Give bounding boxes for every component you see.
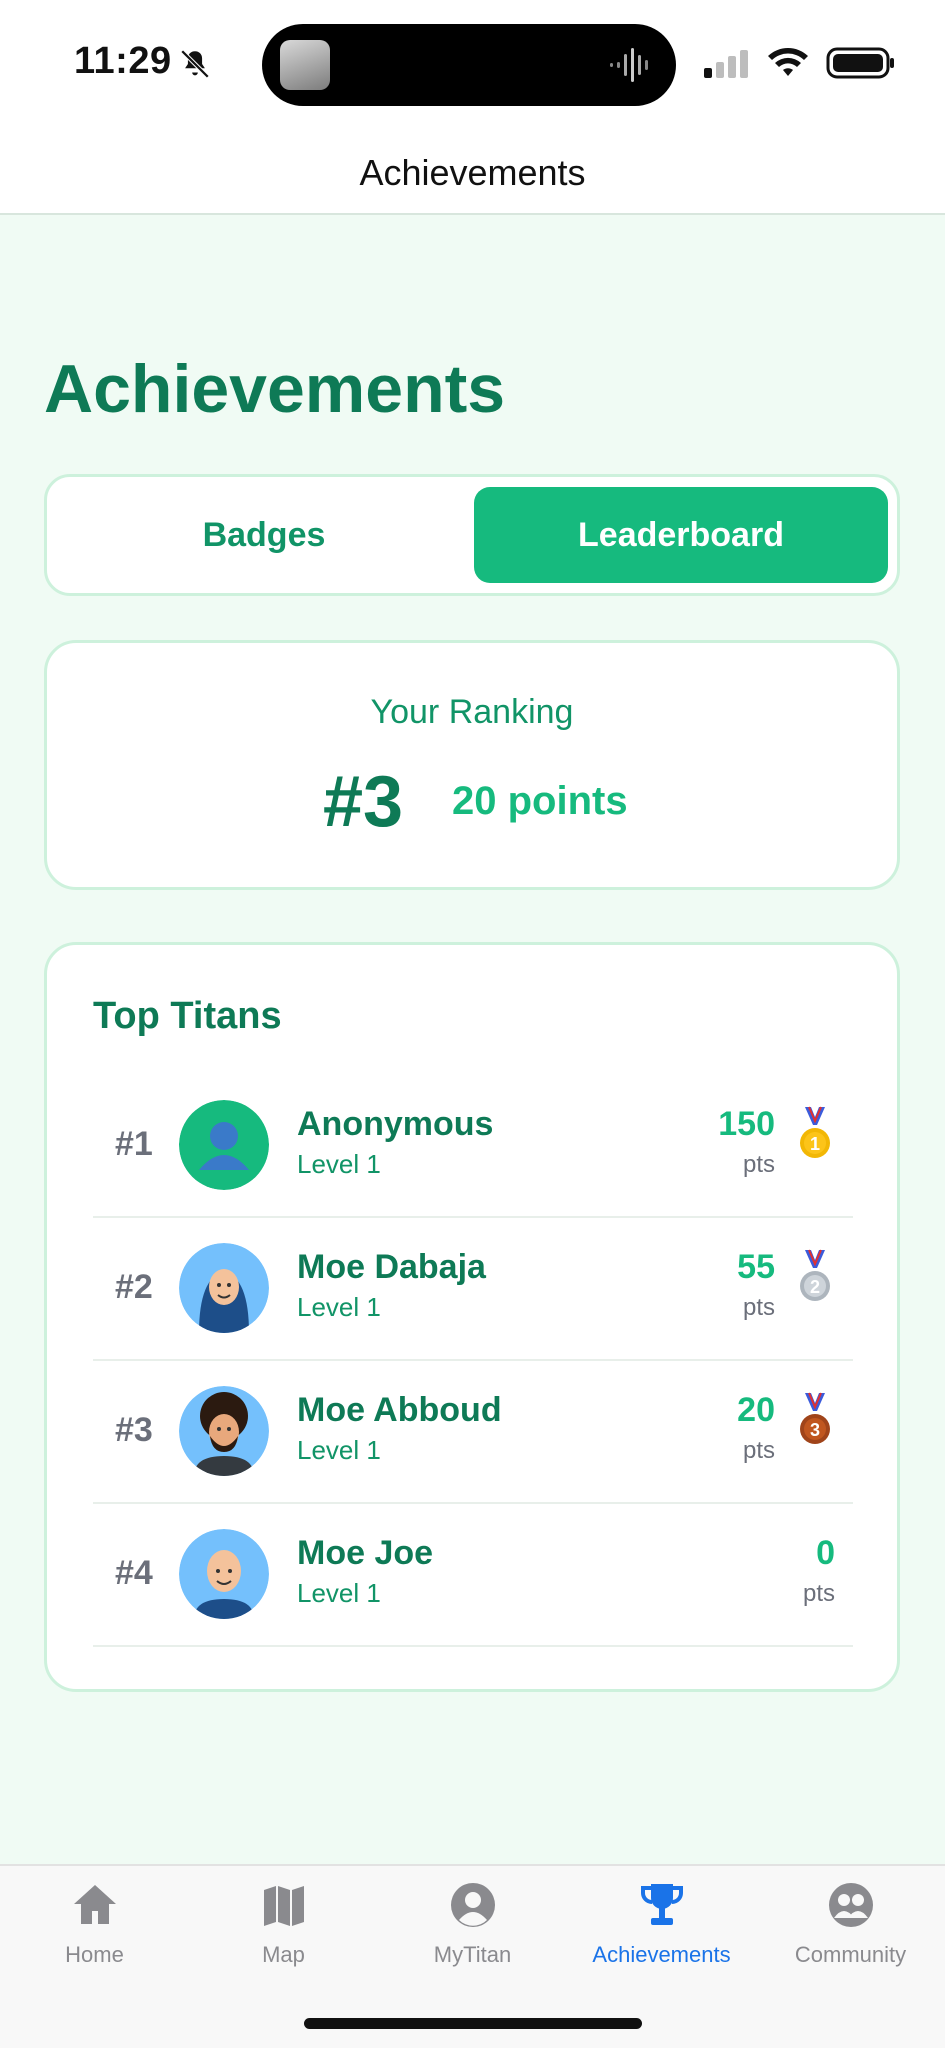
ranking-points: 20 points <box>452 779 628 823</box>
row-name: Moe Joe <box>297 1534 434 1572</box>
row-level: Level 1 <box>297 1435 381 1465</box>
tab-label: Home <box>65 1942 124 1967</box>
row-name: Moe Abboud <box>297 1391 502 1429</box>
trophy-icon <box>640 1884 683 1925</box>
row-level: Level 1 <box>297 1292 381 1322</box>
row-points: 55 <box>737 1248 775 1286</box>
top-titans-card: Top Titans #1 Anonymous Level 1 150 pts … <box>44 942 900 1692</box>
status-time: 11:29 <box>74 40 172 82</box>
row-level: Level 1 <box>297 1578 381 1608</box>
gold-medal-icon: 1 <box>800 1106 830 1158</box>
community-icon <box>828 1883 873 1927</box>
leaderboard-row[interactable]: #4 Moe Joe Level 1 0 pts <box>93 1504 853 1647</box>
leaderboard-row[interactable]: #3 Moe Abboud Level 1 20 pts 3 <box>93 1361 853 1504</box>
achievements-segmented-control: Badges Leaderboard <box>44 474 900 596</box>
home-icon <box>73 1885 116 1924</box>
avatar-default-person <box>179 1100 269 1190</box>
tab-map[interactable]: Map <box>189 1880 378 1990</box>
row-points-label: pts <box>742 1151 775 1178</box>
row-points: 0 <box>816 1534 835 1572</box>
audio-waveform-icon <box>610 48 648 82</box>
row-rank: #1 <box>115 1125 153 1163</box>
row-points: 20 <box>737 1391 775 1429</box>
top-titans-title: Top Titans <box>93 995 282 1037</box>
row-name: Moe Dabaja <box>297 1248 486 1286</box>
ranking-position: #3 <box>323 762 404 842</box>
battery-icon <box>826 47 894 79</box>
status-bar: 11:29 <box>0 0 945 130</box>
cellular-signal-icon <box>704 50 748 78</box>
tab-achievements[interactable]: Achievements <box>567 1880 756 1990</box>
row-points: 150 <box>718 1105 775 1143</box>
tab-label: Community <box>794 1942 907 1967</box>
tab-label: Map <box>262 1942 305 1967</box>
tab-label: MyTitan <box>433 1942 512 1967</box>
page-title: Achievements <box>44 351 506 427</box>
your-ranking-card: Your Ranking #3 20 points <box>44 640 900 890</box>
avatar-bald-man <box>179 1529 269 1619</box>
row-points-label: pts <box>802 1580 835 1607</box>
row-points-label: pts <box>742 1294 775 1321</box>
wifi-icon <box>768 48 808 76</box>
leaderboard-row[interactable]: #2 Moe Dabaja Level 1 55 pts 2 <box>93 1218 853 1361</box>
leaderboard-row[interactable]: #1 Anonymous Level 1 150 pts 1 <box>93 1075 853 1218</box>
svg-text:1: 1 <box>810 1134 820 1154</box>
tab-mytitan[interactable]: MyTitan <box>378 1880 567 1990</box>
bell-muted-icon <box>180 49 210 79</box>
avatar-hijab-woman <box>179 1243 269 1333</box>
tab-leaderboard[interactable]: Leaderboard <box>474 487 888 583</box>
row-name: Anonymous <box>297 1105 494 1143</box>
row-rank: #2 <box>115 1268 153 1306</box>
avatar-curly-hair-man <box>179 1386 269 1476</box>
dynamic-island[interactable] <box>262 24 676 106</box>
silver-medal-icon: 2 <box>800 1249 830 1301</box>
row-points-label: pts <box>742 1437 775 1464</box>
navigation-header: Achievements <box>0 130 945 215</box>
tab-home[interactable]: Home <box>0 1880 189 1990</box>
tab-badges[interactable]: Badges <box>57 487 471 583</box>
tab-label: Achievements <box>592 1942 731 1967</box>
bronze-medal-icon: 3 <box>800 1392 830 1444</box>
row-rank: #4 <box>115 1554 153 1592</box>
svg-text:2: 2 <box>810 1277 820 1297</box>
row-rank: #3 <box>115 1411 153 1449</box>
map-icon <box>263 1886 304 1926</box>
svg-text:3: 3 <box>810 1420 820 1440</box>
nav-title: Achievements <box>359 152 586 193</box>
profile-icon <box>450 1883 495 1927</box>
ranking-label: Your Ranking <box>370 693 574 731</box>
home-indicator[interactable] <box>304 2018 642 2029</box>
tab-community[interactable]: Community <box>756 1880 945 1990</box>
now-playing-thumbnail <box>280 40 330 90</box>
row-level: Level 1 <box>297 1149 381 1179</box>
